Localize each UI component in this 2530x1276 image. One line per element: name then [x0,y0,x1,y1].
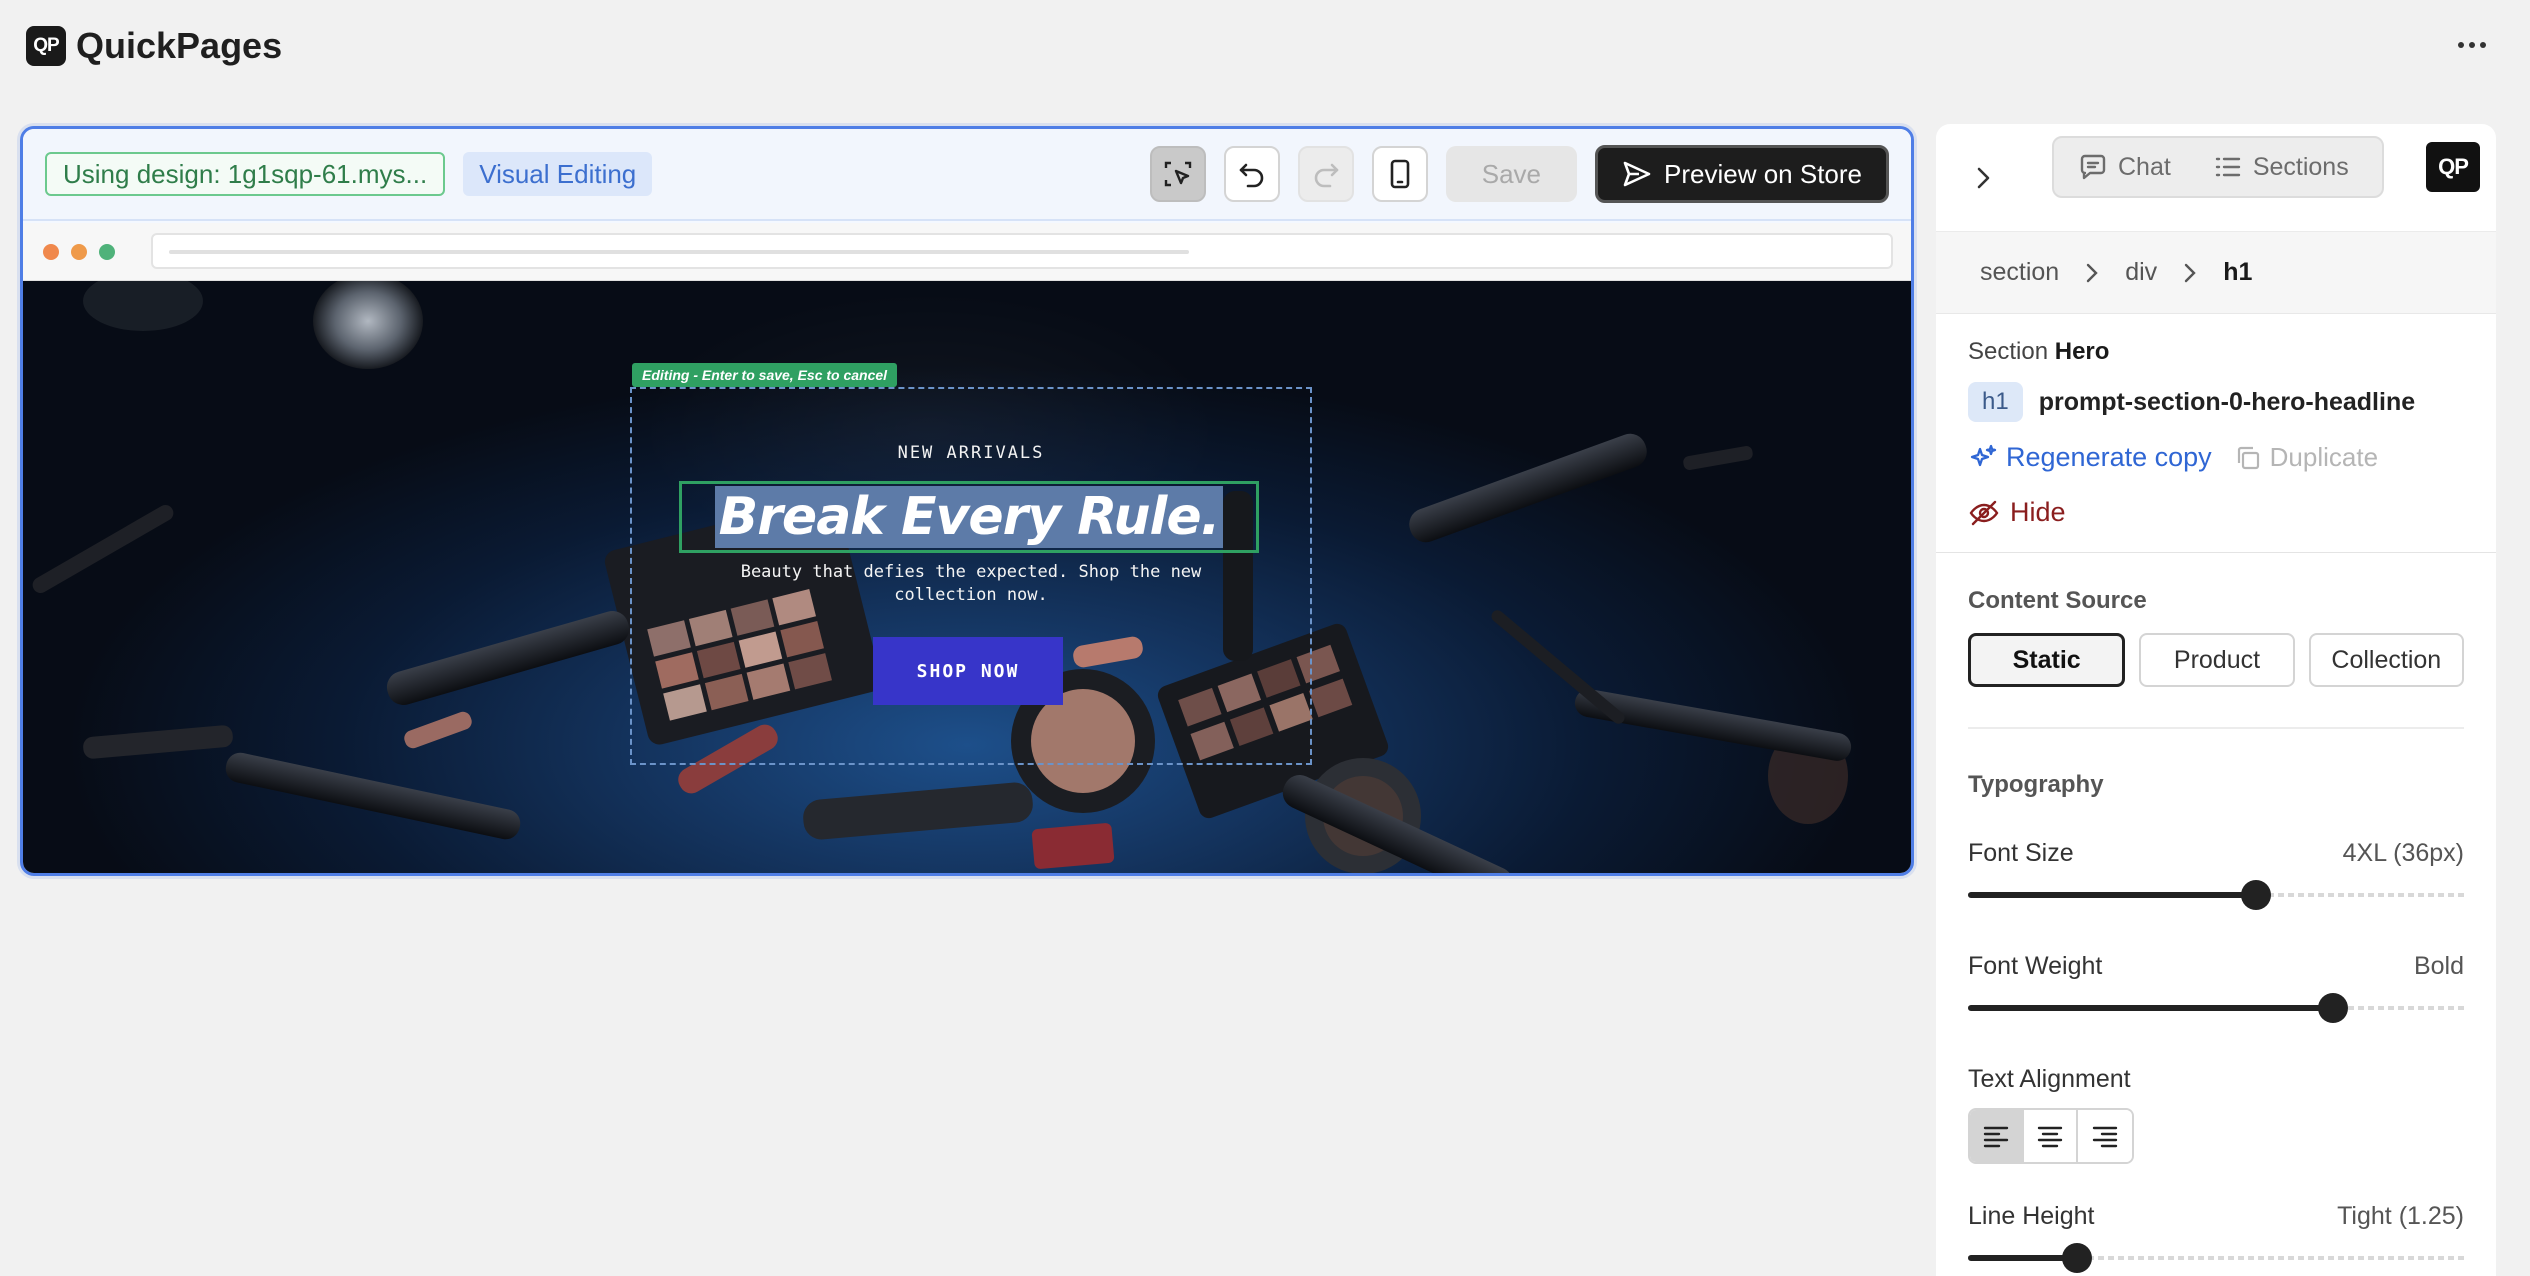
font-weight-slider-thumb[interactable] [2317,993,2348,1023]
line-height-value: Tight (1.25) [2337,1202,2464,1230]
save-button[interactable]: Save [1445,146,1578,202]
tab-chat-label: Chat [2118,152,2171,181]
element-tag-chip: h1 [1968,382,2023,422]
duplicate-label: Duplicate [2269,442,2379,472]
regenerate-copy-button[interactable]: Regenerate copy [1968,442,2212,473]
more-options-icon[interactable] [2452,30,2492,60]
window-dot-maximize [99,243,115,260]
tab-sections-label: Sections [2252,152,2349,181]
chat-icon [2080,154,2106,180]
regenerate-label: Regenerate copy [2006,442,2212,472]
select-element-button[interactable] [1149,146,1206,202]
chevron-right-icon [2184,263,2196,282]
send-icon [1623,161,1651,187]
panel-header: Chat Sections QP [1936,124,2496,232]
tab-chat[interactable]: Chat [2054,152,2195,182]
typography-label: Typography [1968,771,2104,798]
window-dot-close [43,243,59,260]
font-weight-value: Bold [2413,952,2464,980]
align-center-icon [2037,1126,2063,1148]
content-source-collection[interactable]: Collection [2308,633,2464,687]
hero-subtext[interactable]: Beauty that defies the expected. Shop th… [703,561,1239,607]
align-right-button[interactable] [2078,1110,2132,1162]
editing-hint-tag: Editing - Enter to save, Esc to cancel [632,363,898,387]
breadcrumb-h1[interactable]: h1 [2223,258,2252,287]
app-title: QuickPages [76,25,283,66]
address-bar [151,233,1893,269]
section-label: Section Hero [1968,338,2464,366]
element-id: prompt-section-0-hero-headline [2038,387,2416,416]
align-left-button[interactable] [1970,1110,2024,1162]
hero-eyebrow[interactable]: NEW ARRIVALS [630,443,1312,463]
properties-panel: Chat Sections QP section div h1 Section … [1936,124,2496,1276]
browser-chrome [23,223,1911,281]
shop-now-button[interactable]: SHOP NOW [873,637,1063,705]
preview-on-store-button[interactable]: Preview on Store [1595,145,1889,203]
brand-logo: QP [2426,142,2480,192]
breadcrumb-div[interactable]: div [2125,258,2157,287]
mode-badge: Visual Editing [463,152,653,196]
window-dot-minimize [71,243,87,260]
text-alignment-group [1968,1108,2134,1164]
visual-editor-frame: Using design: 1g1sqp-61.mys... Visual Ed… [20,126,1914,876]
line-height-label: Line Height [1968,1202,2095,1230]
list-icon [2215,157,2241,177]
breadcrumb: section div h1 [1936,232,2496,314]
hero-section[interactable]: Editing - Enter to save, Esc to cancel N… [23,281,1911,873]
undo-button[interactable] [1223,146,1280,202]
breadcrumb-section[interactable]: section [1980,258,2059,287]
font-weight-slider[interactable] [1968,993,2464,1023]
content-source-label: Content Source [1968,587,2147,614]
hide-label: Hide [2010,497,2066,527]
hero-headline-editor[interactable]: Break Every Rule. [679,481,1259,553]
font-size-label: Font Size [1968,839,2074,867]
line-height-slider[interactable] [1968,1243,2464,1273]
font-size-slider-thumb[interactable] [2240,880,2271,910]
section-prefix: Section [1968,338,2049,365]
text-alignment-label: Text Alignment [1968,1065,2131,1093]
app-logo: QP [26,26,66,66]
preview-label: Preview on Store [1664,158,1862,189]
align-left-icon [1983,1126,2009,1148]
hero-headline[interactable]: Break Every Rule. [714,486,1224,548]
chevron-right-icon [2087,263,2098,282]
copy-icon [2237,446,2259,469]
align-right-icon [2092,1126,2118,1148]
tab-sections[interactable]: Sections [2195,152,2373,182]
sparkle-icon [1970,444,1997,466]
editor-toolbar: Using design: 1g1sqp-61.mys... Visual Ed… [23,129,1911,221]
content-source-static[interactable]: Static [1968,633,2126,687]
font-size-value: 4XL (36px) [2342,839,2464,867]
redo-icon [1314,163,1339,188]
select-cursor-icon [1164,161,1191,187]
font-size-slider[interactable] [1968,880,2464,910]
undo-icon [1239,163,1263,188]
hide-button[interactable]: Hide [1968,497,2464,528]
eye-off-icon [1969,500,1999,525]
panel-tabs: Chat Sections [2052,136,2384,198]
phone-icon [1390,159,1410,189]
collapse-panel-icon[interactable] [1972,164,1994,192]
app-header: QP QuickPages [0,0,2530,92]
section-name: Hero [2054,338,2110,365]
mobile-view-button[interactable] [1371,146,1428,202]
line-height-slider-thumb[interactable] [2062,1243,2093,1273]
design-badge[interactable]: Using design: 1g1sqp-61.mys... [45,152,446,196]
duplicate-button[interactable]: Duplicate [2234,442,2378,473]
redo-button[interactable] [1297,146,1354,202]
content-source-product[interactable]: Product [2139,633,2295,687]
align-center-button[interactable] [2024,1110,2078,1162]
font-weight-label: Font Weight [1968,952,2103,980]
